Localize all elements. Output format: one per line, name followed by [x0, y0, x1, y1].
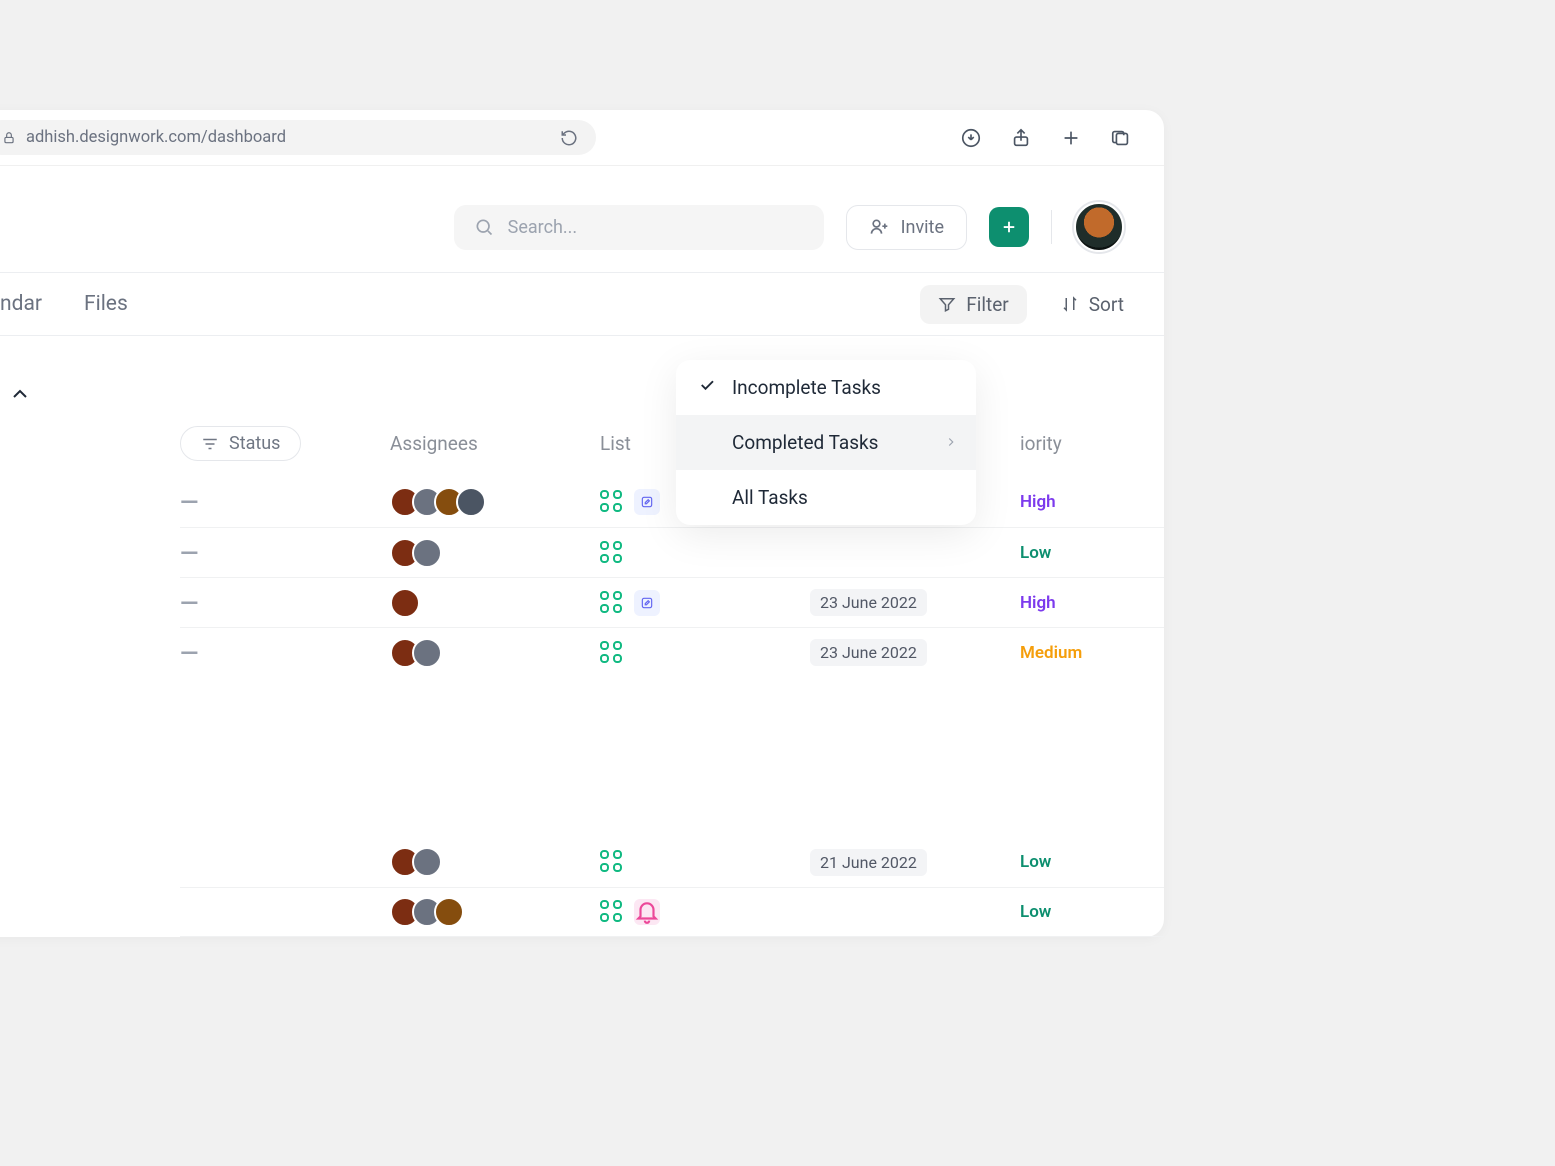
browser-window: adhish.designwork.com/dashboard Search..… [0, 110, 1164, 937]
date-cell: 23 June 2022 [810, 589, 1020, 616]
tab-files[interactable]: Files [84, 292, 128, 316]
section-gap [0, 677, 1164, 837]
filter-option-all[interactable]: All Tasks [676, 470, 976, 525]
task-rows-group-2: 21 June 2022 Low Low [0, 837, 1164, 937]
grid-icon[interactable] [600, 591, 624, 615]
priority-cell: Low [1020, 852, 1240, 872]
list-cell [600, 541, 810, 565]
user-plus-icon [869, 217, 889, 237]
assignees-cell[interactable] [390, 897, 600, 927]
download-icon[interactable] [960, 127, 982, 149]
app-header: Search... Invite [0, 166, 1164, 272]
filter-dropdown: Incomplete Tasks Completed Tasks All Tas… [676, 360, 976, 525]
lock-icon [2, 131, 16, 145]
grid-icon[interactable] [600, 490, 624, 514]
chevron-right-icon [944, 431, 958, 454]
priority-cell: High [1020, 593, 1240, 613]
browser-actions [960, 127, 1132, 149]
search-icon [474, 217, 494, 237]
search-input[interactable]: Search... [454, 205, 824, 250]
table-row[interactable]: — 23 June 2022 Medium [180, 627, 1164, 677]
filter-option-completed[interactable]: Completed Tasks [676, 415, 976, 470]
edit-icon[interactable] [634, 590, 660, 616]
assignees-column[interactable]: Assignees [390, 432, 600, 455]
priority-cell: High [1020, 492, 1240, 512]
status-cell: — [180, 589, 390, 617]
grid-icon[interactable] [600, 850, 624, 874]
table-row[interactable]: — 23 June 2022 High [180, 577, 1164, 627]
share-icon[interactable] [1010, 127, 1032, 149]
sort-label: Sort [1089, 293, 1124, 316]
task-rows-group-1: tment — 21 June 2022 High — [0, 477, 1164, 677]
table-row[interactable]: — Low [180, 527, 1164, 577]
filter-option-label: Incomplete Tasks [732, 376, 881, 399]
table-row[interactable]: tment — 21 June 2022 High [180, 477, 1164, 527]
reload-icon[interactable] [560, 129, 578, 147]
filter-button[interactable]: Filter [920, 285, 1026, 324]
status-column-button[interactable]: Status [180, 426, 301, 461]
chevron-up-icon[interactable] [8, 382, 32, 406]
assignees-cell[interactable] [390, 487, 600, 517]
avatar-icon [412, 847, 442, 877]
section-header [0, 336, 1164, 426]
avatar-icon [434, 897, 464, 927]
divider [1051, 210, 1052, 244]
list-cell [600, 590, 810, 616]
url-text: adhish.designwork.com/dashboard [26, 128, 550, 147]
tabs-row: ndar Files Filter Sort [0, 272, 1164, 336]
url-bar: adhish.designwork.com/dashboard [0, 110, 1164, 166]
filter-option-incomplete[interactable]: Incomplete Tasks [676, 360, 976, 415]
edit-icon[interactable] [634, 489, 660, 515]
assignees-cell[interactable] [390, 847, 600, 877]
table-row[interactable]: 21 June 2022 Low [180, 837, 1164, 887]
avatar-icon [412, 538, 442, 568]
bell-icon[interactable] [634, 899, 660, 925]
list-cell [600, 899, 810, 925]
filter-icon [938, 295, 956, 313]
assignees-cell[interactable] [390, 588, 600, 618]
new-tab-icon[interactable] [1060, 127, 1082, 149]
tab-calendar[interactable]: ndar [0, 292, 42, 316]
invite-button[interactable]: Invite [846, 205, 967, 250]
filter-lines-icon [201, 435, 219, 453]
tabs-icon[interactable] [1110, 127, 1132, 149]
list-cell [600, 641, 810, 665]
status-label: Status [229, 433, 280, 454]
assignees-cell[interactable] [390, 638, 600, 668]
invite-label: Invite [901, 217, 944, 238]
address-bar[interactable]: adhish.designwork.com/dashboard [0, 120, 596, 155]
avatar-icon [390, 588, 420, 618]
check-icon [698, 376, 716, 399]
priority-cell: Low [1020, 543, 1240, 563]
add-button[interactable] [989, 207, 1029, 247]
date-cell: 23 June 2022 [810, 639, 1020, 666]
date-cell: 21 June 2022 [810, 849, 1020, 876]
status-cell: — [180, 639, 390, 667]
user-avatar[interactable] [1074, 202, 1124, 252]
avatar-icon [412, 638, 442, 668]
grid-icon[interactable] [600, 541, 624, 565]
sort-button[interactable]: Sort [1061, 293, 1124, 316]
sort-icon [1061, 295, 1079, 313]
table-row[interactable]: Low [180, 887, 1164, 937]
priority-cell: Low [1020, 902, 1240, 922]
assignees-cell[interactable] [390, 538, 600, 568]
status-cell: — [180, 488, 390, 516]
tabs: ndar Files [0, 292, 128, 316]
list-cell [600, 850, 810, 874]
priority-column[interactable]: iority [1020, 432, 1240, 455]
priority-cell: Medium [1020, 643, 1240, 663]
filter-label: Filter [966, 293, 1008, 316]
plus-icon [1000, 218, 1018, 236]
grid-icon[interactable] [600, 900, 624, 924]
avatar-icon [456, 487, 486, 517]
status-cell: — [180, 539, 390, 567]
columns-header: Status Assignees List iority [180, 426, 1164, 477]
search-placeholder: Search... [508, 217, 578, 238]
filter-option-label: Completed Tasks [732, 431, 878, 454]
filter-option-label: All Tasks [732, 486, 808, 509]
grid-icon[interactable] [600, 641, 624, 665]
